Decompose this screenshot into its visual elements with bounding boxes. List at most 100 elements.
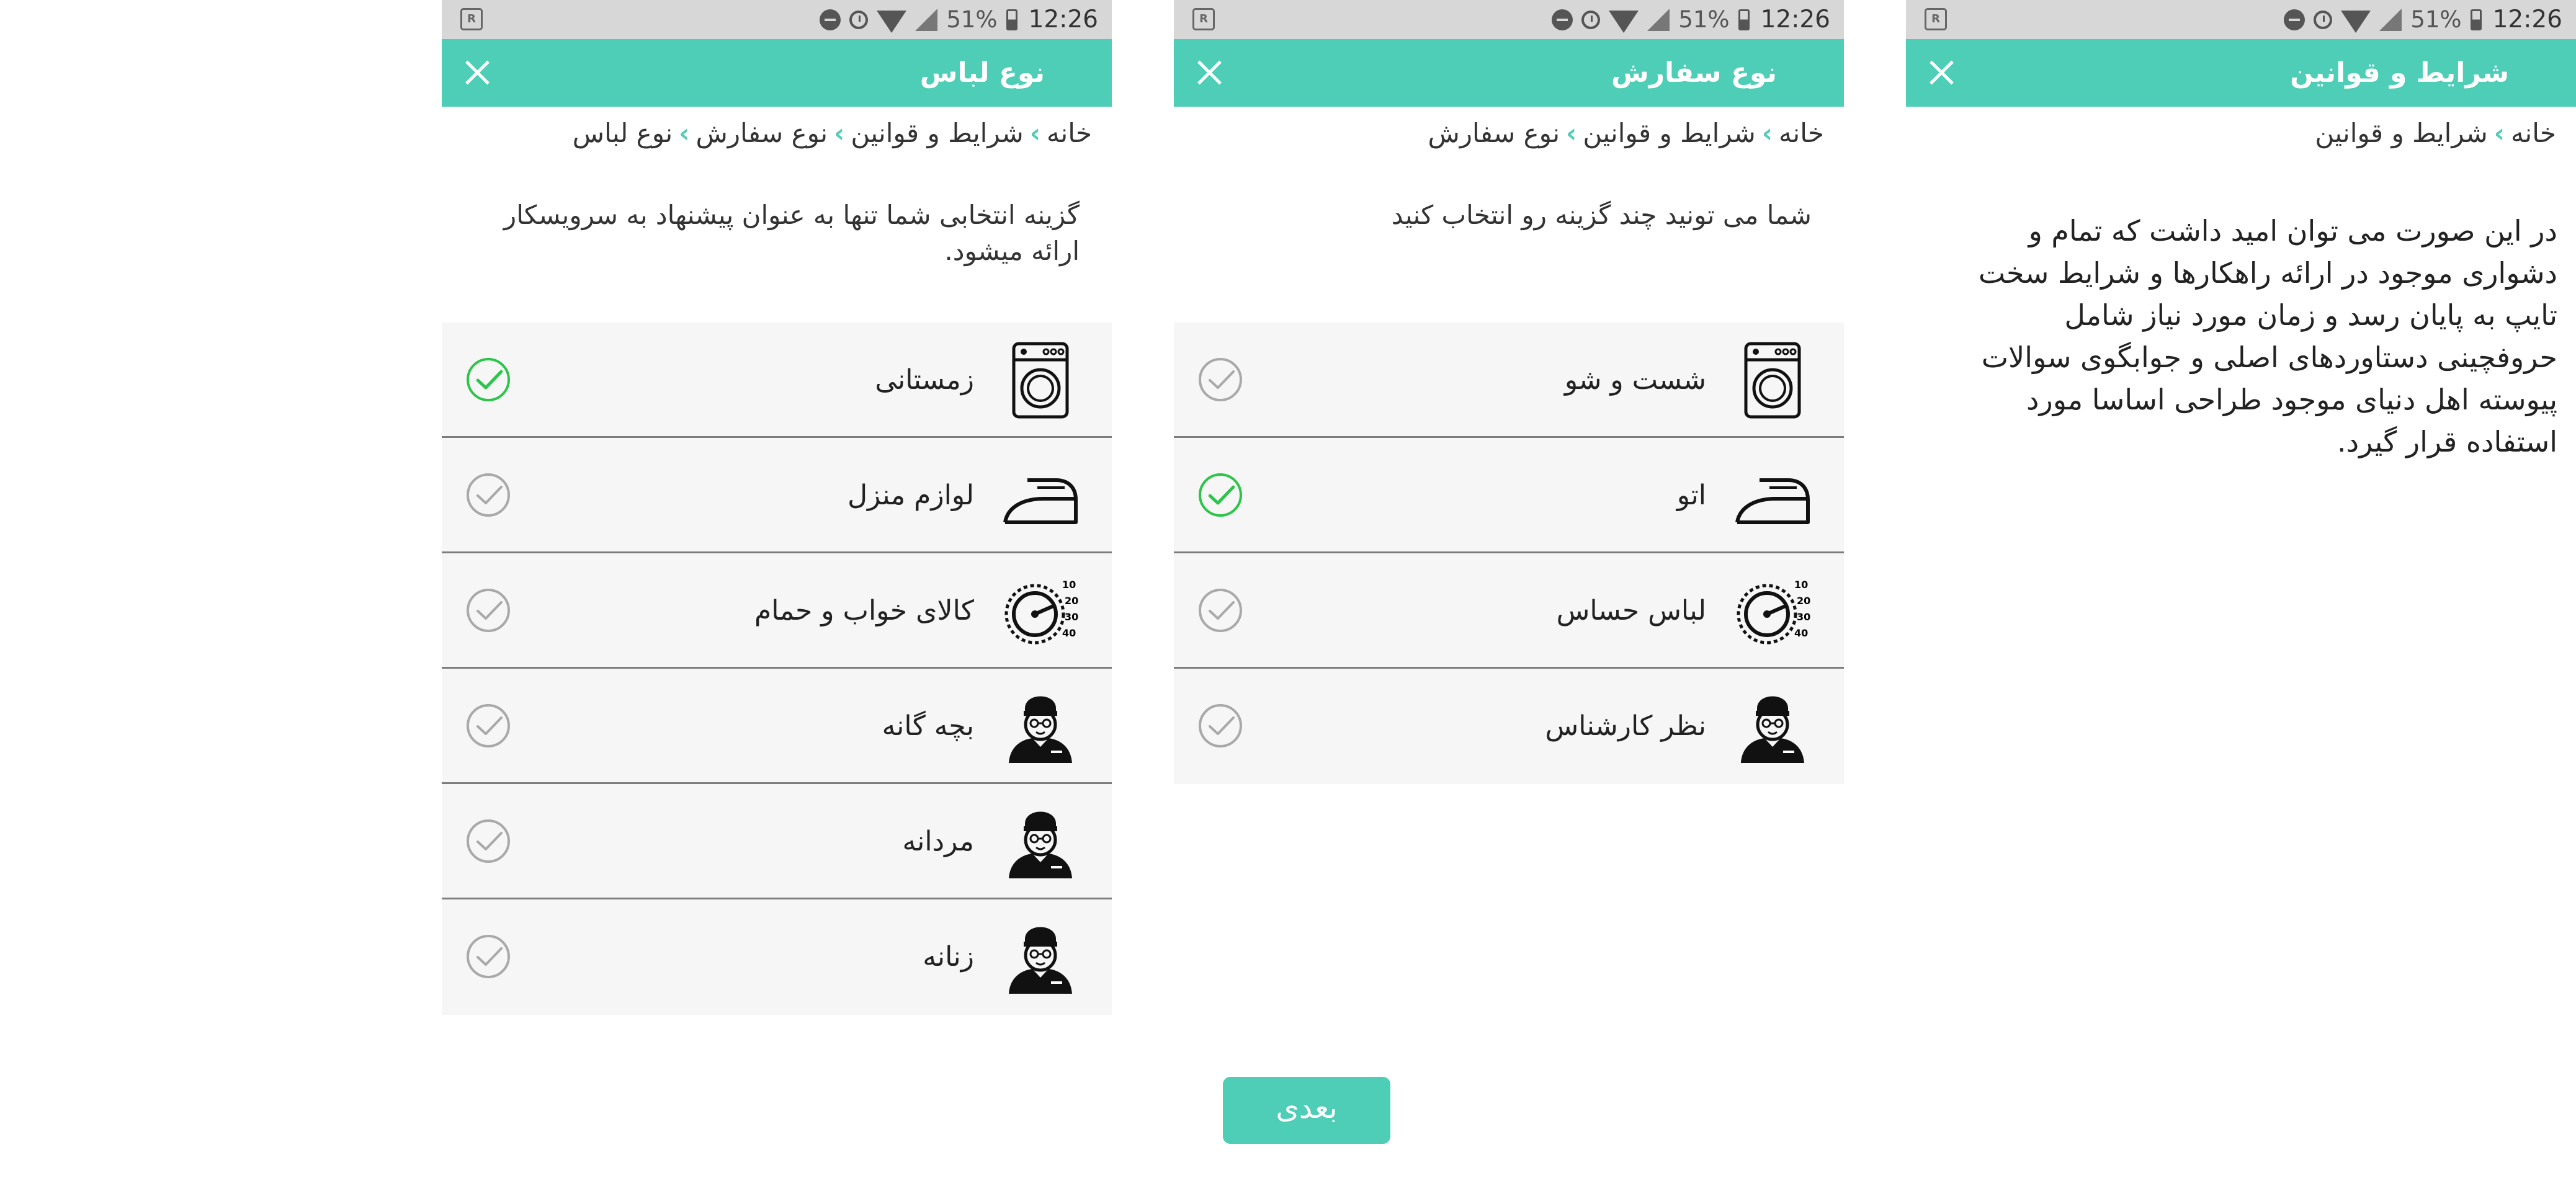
checkmark-selected-icon[interactable] bbox=[467, 358, 510, 401]
breadcrumb: خانه›شرایط و قوانین›نوع سفارش›نوع لباس bbox=[573, 118, 1092, 148]
checkmark-icon[interactable] bbox=[1199, 358, 1242, 401]
option-label: شست و شو bbox=[1564, 364, 1706, 396]
breadcrumb-clothing-type: نوع لباس bbox=[572, 118, 673, 148]
temperature-dial-icon: 10 20 30 40 bbox=[1000, 571, 1081, 651]
checkmark-icon[interactable] bbox=[467, 589, 510, 632]
breadcrumb-chevron-icon: › bbox=[679, 118, 690, 148]
person-icon bbox=[1000, 686, 1081, 767]
notification-icon: R bbox=[1192, 8, 1215, 30]
option-row[interactable]: مردانه bbox=[442, 784, 1112, 899]
option-row[interactable]: زمستانی bbox=[442, 323, 1112, 438]
checkmark-icon[interactable] bbox=[1199, 589, 1242, 632]
svg-text:10: 10 bbox=[1794, 579, 1808, 591]
person-icon bbox=[1000, 917, 1081, 997]
breadcrumb-order-type[interactable]: نوع سفارش bbox=[695, 118, 828, 148]
status-bar: R 51% 12:26 bbox=[442, 0, 1112, 39]
breadcrumb-chevron-icon: › bbox=[1761, 118, 1773, 148]
screen-terms: R 51% 12:26 شرایط و قوانین خانه›شرایط و … bbox=[1906, 0, 2576, 1191]
iron-icon bbox=[1000, 455, 1081, 536]
close-icon[interactable] bbox=[1192, 56, 1226, 89]
option-label: نظر کارشناس bbox=[1545, 710, 1706, 742]
cell-signal-icon bbox=[915, 8, 938, 31]
option-row[interactable]: بچه گانه bbox=[442, 669, 1112, 784]
breadcrumb-home[interactable]: خانه bbox=[1047, 118, 1092, 148]
battery-percent: 51% bbox=[1678, 6, 1730, 33]
washing-machine-icon bbox=[1000, 340, 1081, 421]
do-not-disturb-icon bbox=[820, 9, 841, 30]
battery-icon bbox=[2470, 9, 2482, 30]
wifi-icon bbox=[877, 10, 907, 33]
breadcrumb-terms[interactable]: شرایط و قوانین bbox=[1583, 118, 1755, 148]
checkmark-icon[interactable] bbox=[467, 704, 510, 747]
status-bar: R 51% 12:26 bbox=[1174, 0, 1844, 39]
option-label: کالای خواب و حمام bbox=[754, 595, 974, 627]
intro-text: گزینه انتخابی شما تنها به عنوان پیشنهاد … bbox=[503, 200, 1080, 266]
do-not-disturb-icon bbox=[1552, 9, 1573, 30]
cell-signal-icon bbox=[1647, 8, 1670, 31]
breadcrumb-order-type: نوع سفارش bbox=[1428, 118, 1560, 148]
option-label: مردانه bbox=[902, 826, 975, 857]
wifi-icon bbox=[1609, 10, 1639, 33]
wifi-icon bbox=[2341, 10, 2371, 33]
terms-body-text: در این صورت می توان امید داشت که تمام و … bbox=[1978, 214, 2557, 458]
svg-text:40: 40 bbox=[1794, 627, 1808, 639]
option-list: زمستانی لوازم منزل 10 20 30 40 کالای خواب و حم… bbox=[442, 323, 1112, 1015]
breadcrumb-chevron-icon: › bbox=[2493, 118, 2505, 148]
svg-text:20: 20 bbox=[1797, 595, 1810, 607]
option-row[interactable]: نظر کارشناس bbox=[1174, 669, 1844, 784]
alarm-icon bbox=[849, 10, 869, 29]
page-title: نوع لباس bbox=[919, 57, 1045, 89]
breadcrumb-chevron-icon: › bbox=[834, 118, 845, 148]
breadcrumb-chevron-icon: › bbox=[1029, 118, 1041, 148]
battery-icon bbox=[1738, 9, 1750, 30]
alarm-icon bbox=[2314, 10, 2333, 29]
app-bar: نوع لباس bbox=[442, 39, 1112, 107]
option-row[interactable]: شست و شو bbox=[1174, 323, 1844, 438]
page-title: نوع سفارش bbox=[1611, 57, 1777, 89]
checkmark-icon[interactable] bbox=[467, 473, 510, 517]
status-time: 12:26 bbox=[1760, 6, 1830, 33]
option-row[interactable]: 10 20 30 40 لباس حساس bbox=[1174, 553, 1844, 669]
breadcrumb-home[interactable]: خانه bbox=[1779, 118, 1824, 148]
option-row[interactable]: لوازم منزل bbox=[442, 438, 1112, 553]
close-icon[interactable] bbox=[460, 56, 494, 89]
breadcrumb-home[interactable]: خانه bbox=[2511, 118, 2556, 148]
intro-text: شما می تونید چند گزینه رو انتخاب کنید bbox=[1391, 200, 1812, 230]
option-label: اتو bbox=[1676, 480, 1706, 511]
option-label: لوازم منزل bbox=[847, 480, 974, 511]
svg-text:20: 20 bbox=[1065, 595, 1078, 607]
app-bar: شرایط و قوانین bbox=[1906, 39, 2576, 107]
option-label: بچه گانه bbox=[882, 710, 974, 742]
checkmark-icon[interactable] bbox=[467, 935, 510, 978]
svg-text:30: 30 bbox=[1065, 611, 1078, 623]
breadcrumb: خانه›شرایط و قوانین›نوع سفارش bbox=[1428, 118, 1824, 148]
option-row[interactable]: 10 20 30 40 کالای خواب و حمام bbox=[442, 553, 1112, 669]
option-row[interactable]: زنانه bbox=[442, 899, 1112, 1015]
washing-machine-icon bbox=[1732, 340, 1813, 421]
battery-percent: 51% bbox=[2410, 6, 2462, 33]
option-label: زمستانی bbox=[875, 364, 974, 396]
notification-icon: R bbox=[460, 8, 483, 30]
battery-icon bbox=[1006, 9, 1017, 30]
checkmark-selected-icon[interactable] bbox=[1199, 473, 1242, 517]
option-label: لباس حساس bbox=[1556, 595, 1706, 627]
status-time: 12:26 bbox=[2492, 6, 2562, 33]
alarm-icon bbox=[1581, 10, 1601, 29]
checkmark-icon[interactable] bbox=[467, 819, 510, 863]
breadcrumb: خانه›شرایط و قوانین bbox=[2315, 118, 2556, 148]
option-row[interactable]: اتو bbox=[1174, 438, 1844, 553]
svg-text:10: 10 bbox=[1062, 579, 1076, 591]
breadcrumb-terms: شرایط و قوانین bbox=[2315, 118, 2488, 148]
svg-text:30: 30 bbox=[1797, 611, 1810, 623]
close-icon[interactable] bbox=[1925, 56, 1958, 89]
stage: R 51% 12:26 نوع لباس خانه›شرایط و قوانین… bbox=[0, 0, 2576, 1191]
next-button[interactable]: بعدی bbox=[1223, 1077, 1390, 1144]
temperature-dial-icon: 10 20 30 40 bbox=[1732, 571, 1813, 651]
checkmark-icon[interactable] bbox=[1199, 704, 1242, 747]
svg-text:40: 40 bbox=[1062, 627, 1076, 639]
option-label: زنانه bbox=[923, 941, 974, 973]
breadcrumb-terms[interactable]: شرایط و قوانین bbox=[851, 118, 1023, 148]
app-bar: نوع سفارش bbox=[1174, 39, 1844, 107]
screen-order-type: R 51% 12:26 نوع سفارش خانه›شرایط و قوانی… bbox=[1174, 0, 1844, 1191]
page-title: شرایط و قوانین bbox=[2290, 57, 2509, 89]
